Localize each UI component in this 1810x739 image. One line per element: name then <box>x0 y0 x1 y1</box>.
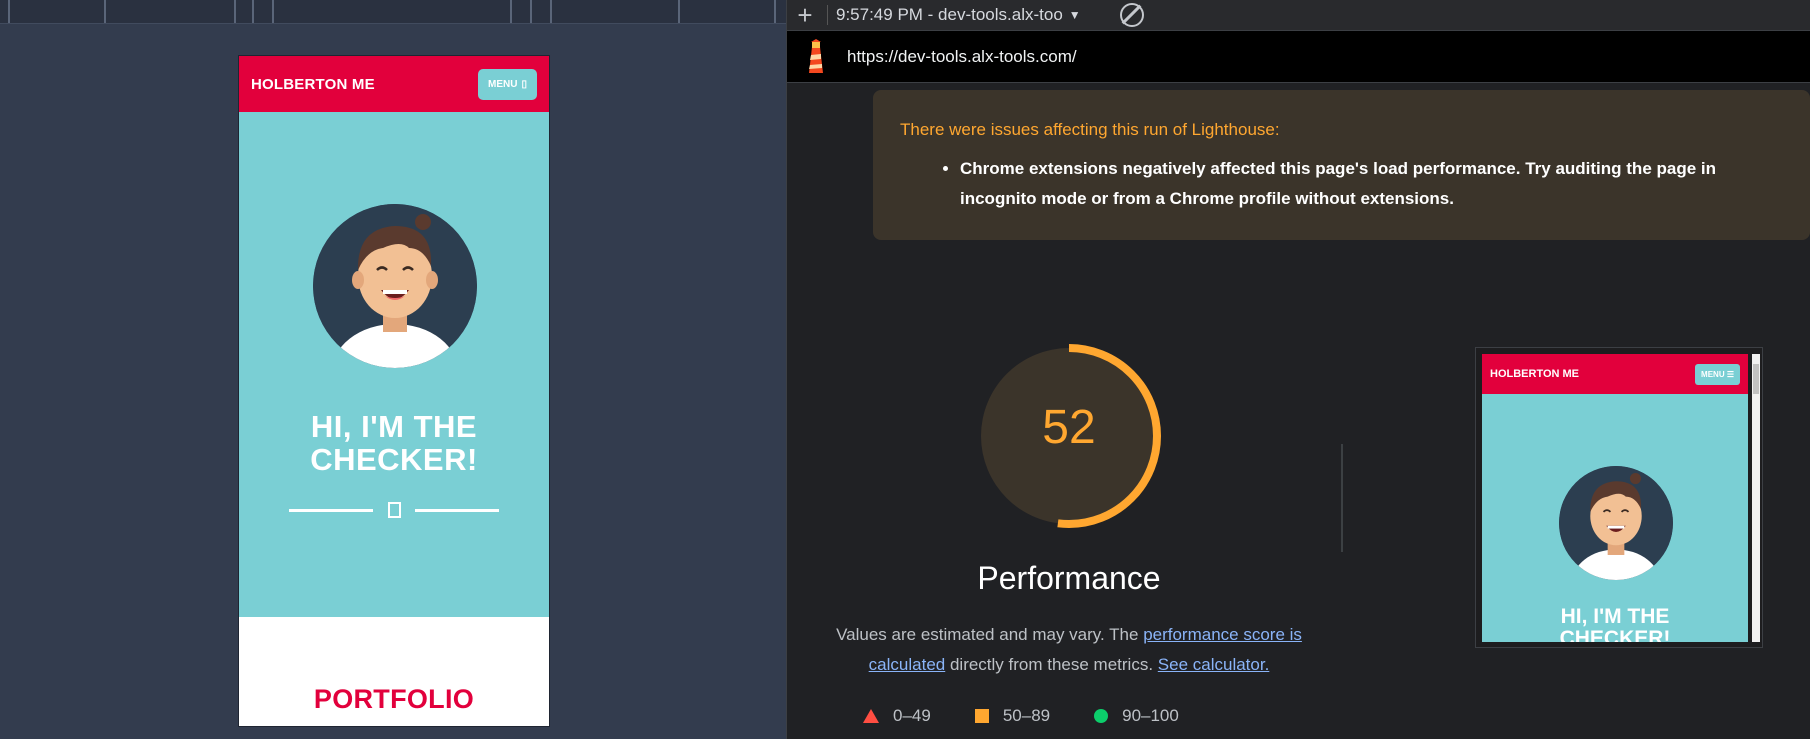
menu-icon: ▯ <box>521 78 527 90</box>
square-icon <box>974 709 989 723</box>
avatar <box>313 204 477 368</box>
lighthouse-toolbar: + 9:57:49 PM - dev-tools.alx-too ▼ <box>787 0 1810 31</box>
hero-divider <box>289 500 499 520</box>
legend-pass: 90–100 <box>1094 706 1179 726</box>
warning-item: Chrome extensions negatively affected th… <box>960 154 1783 214</box>
screenshot-content: HOLBERTON ME MENU ☰ HI, I'M THE CHECKER! <box>1482 354 1748 642</box>
ruler-tick <box>104 0 106 23</box>
hero-title-line2: CHECKER! <box>310 442 478 477</box>
thumb-brand: HOLBERTON ME <box>1490 368 1580 380</box>
legend-fail-label: 0–49 <box>893 706 931 725</box>
triangle-icon <box>863 709 879 723</box>
portfolio-title: PORTFOLIO <box>313 684 475 714</box>
thumb-scrollbar[interactable] <box>1752 354 1760 642</box>
report-url-bar: https://dev-tools.alx-tools.com/ <box>787 31 1810 83</box>
performance-gauge[interactable]: 52 <box>975 342 1163 530</box>
legend-fail: 0–49 <box>863 706 931 726</box>
device-emulation-pane: HOLBERTON ME MENU ▯ HI, I'M THE CHECKER!… <box>0 0 786 739</box>
thumb-title-line2: CHECKER! <box>1559 627 1671 643</box>
ruler-tick <box>234 0 236 23</box>
scrollbar-thumb[interactable] <box>1753 364 1759 394</box>
score-legend: 0–49 50–89 90–100 <box>863 706 1179 726</box>
lighthouse-icon <box>803 38 829 75</box>
legend-pass-label: 90–100 <box>1122 706 1179 725</box>
legend-average-label: 50–89 <box>1002 706 1051 725</box>
avatar-illustration <box>313 204 477 368</box>
legend-average: 50–89 <box>974 706 1051 726</box>
toolbar-separator <box>827 5 828 25</box>
performance-label: Performance <box>977 560 1161 596</box>
warning-title: There were issues affecting this run of … <box>900 120 1280 139</box>
portfolio-section: PORTFOLIO <box>239 617 549 726</box>
phone-viewport[interactable]: HOLBERTON ME MENU ▯ HI, I'M THE CHECKER!… <box>238 55 550 727</box>
desc-middle: directly from these metrics. <box>945 655 1158 674</box>
circle-icon <box>1094 709 1109 723</box>
hero-section: HI, I'M THE CHECKER! <box>239 112 549 617</box>
chevron-down-icon: ▼ <box>1068 8 1081 22</box>
final-screenshot[interactable]: HOLBERTON ME MENU ☰ HI, I'M THE CHECKER! <box>1475 347 1763 648</box>
ruler-tick <box>774 0 776 23</box>
thumb-avatar-illustration <box>1559 466 1673 580</box>
site-brand[interactable]: HOLBERTON ME <box>251 76 375 93</box>
thumb-avatar <box>1559 466 1673 580</box>
star-icon <box>387 502 401 518</box>
performance-description: Values are estimated and may vary. The p… <box>827 620 1311 680</box>
divider-line <box>415 508 499 512</box>
report-url[interactable]: https://dev-tools.alx-tools.com/ <box>847 47 1077 67</box>
hero-title-line1: HI, I'M THE <box>310 409 478 444</box>
ruler-tick <box>678 0 680 23</box>
plus-icon[interactable]: + <box>787 0 823 31</box>
menu-button[interactable]: MENU ▯ <box>478 68 537 100</box>
divider-line <box>289 508 373 512</box>
ruler-tick <box>550 0 552 23</box>
ruler-tick <box>530 0 532 23</box>
device-ruler <box>0 0 786 24</box>
thumb-menu-button: MENU ☰ <box>1695 363 1740 385</box>
thumb-hero-title: HI, I'M THE CHECKER! <box>1482 605 1748 643</box>
desc-prefix: Values are estimated and may vary. The <box>836 625 1144 644</box>
ruler-tick <box>252 0 254 23</box>
warning-list: Chrome extensions negatively affected th… <box>900 154 1783 214</box>
ruler-tick <box>510 0 512 23</box>
thumb-title-line1: HI, I'M THE <box>1560 605 1670 628</box>
report-select[interactable]: 9:57:49 PM - dev-tools.alx-too ▼ <box>836 5 1098 25</box>
site-navbar: HOLBERTON ME MENU ▯ <box>239 56 549 112</box>
vertical-divider <box>1341 444 1343 552</box>
menu-label: MENU <box>488 78 518 90</box>
thumb-navbar: HOLBERTON ME MENU ☰ <box>1482 354 1748 394</box>
ruler-tick <box>272 0 274 23</box>
run-warnings: There were issues affecting this run of … <box>873 90 1810 240</box>
block-icon[interactable] <box>1120 3 1144 27</box>
hero-title: HI, I'M THE CHECKER! <box>239 410 549 476</box>
lighthouse-panel: + 9:57:49 PM - dev-tools.alx-too ▼ https… <box>786 0 1810 739</box>
report-select-label: 9:57:49 PM - dev-tools.alx-too <box>836 5 1063 24</box>
see-calculator-link[interactable]: See calculator. <box>1158 655 1270 674</box>
ruler-tick <box>8 0 10 23</box>
performance-score: 52 <box>1042 401 1096 454</box>
